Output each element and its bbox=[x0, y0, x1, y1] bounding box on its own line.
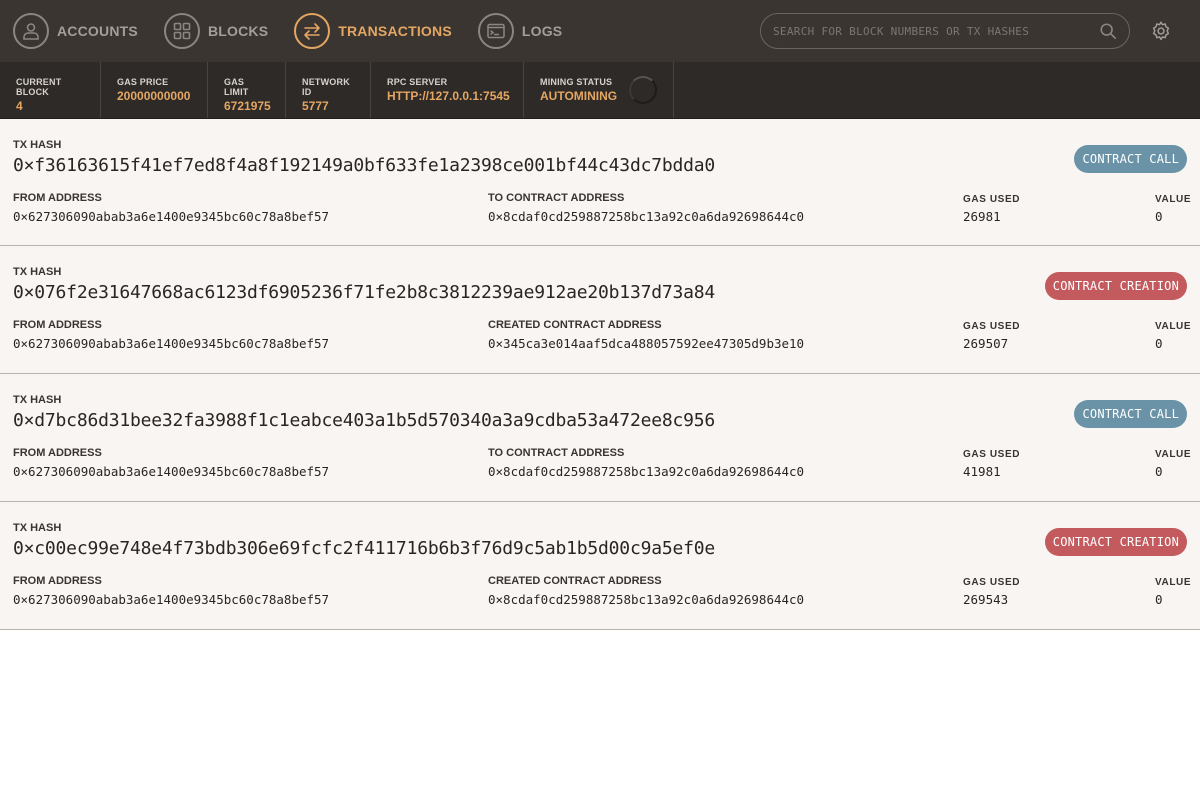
value-value: 0 bbox=[1155, 592, 1163, 607]
to-address-value: 0×8cdaf0cd259887258bc13a92c0a6da92698644… bbox=[488, 209, 805, 224]
tx-hash-label: TX HASH bbox=[13, 266, 62, 278]
gas-price-value: 20000000000 bbox=[117, 89, 191, 103]
tx-type-badge: CONTRACT CALL bbox=[1074, 145, 1187, 173]
value-label: VALUE bbox=[1155, 577, 1192, 588]
transaction-row[interactable]: TX HASH 0×f36163615f41ef7ed8f4a8f192149a… bbox=[0, 119, 1200, 246]
network-id-label: NETWORK ID bbox=[302, 77, 350, 97]
stat-gas-price: GAS PRICE 20000000000 bbox=[101, 62, 208, 118]
tx-type-badge: CONTRACT CREATION bbox=[1044, 272, 1187, 300]
created-contract-address-value: 0×8cdaf0cd259887258bc13a92c0a6da92698644… bbox=[488, 592, 805, 607]
gas-used-label: GAS USED bbox=[963, 577, 1021, 588]
rpc-server-value: HTTP://127.0.0.1:7545 bbox=[387, 89, 510, 103]
nav-transactions-label: TRANSACTIONS bbox=[338, 23, 452, 39]
tx-type-badge: CONTRACT CALL bbox=[1074, 400, 1187, 428]
top-navigation: ACCOUNTS BLOCKS TRANSACTIONS LOGS SEARCH… bbox=[0, 0, 1200, 62]
nav-transactions[interactable]: TRANSACTIONS bbox=[294, 13, 452, 49]
logs-icon bbox=[477, 13, 514, 49]
nav-accounts[interactable]: ACCOUNTS bbox=[13, 13, 138, 49]
value-value: 0 bbox=[1155, 209, 1163, 224]
value-label: VALUE bbox=[1155, 321, 1192, 332]
transactions-icon bbox=[294, 13, 331, 49]
value-value: 0 bbox=[1155, 336, 1163, 351]
nav-logs[interactable]: LOGS bbox=[477, 13, 563, 49]
gas-used-label: GAS USED bbox=[963, 194, 1021, 205]
stat-mining-status: MINING STATUS AUTOMINING bbox=[524, 62, 674, 118]
tx-hash-label: TX HASH bbox=[13, 394, 62, 406]
gas-price-label: GAS PRICE bbox=[117, 77, 169, 87]
to-address-label: TO CONTRACT ADDRESS bbox=[488, 447, 625, 459]
created-contract-address-label: CREATED CONTRACT ADDRESS bbox=[488, 319, 662, 331]
nav-blocks-label: BLOCKS bbox=[207, 23, 269, 39]
created-contract-address-value: 0×345ca3e014aaf5dca488057592ee47305d9b3e… bbox=[488, 336, 805, 351]
search-box bbox=[760, 13, 1130, 49]
tx-hash-value: 0×f36163615f41ef7ed8f4a8f192149a0bf633fe… bbox=[13, 155, 716, 176]
status-bar: CURRENT BLOCK 4 GAS PRICE 20000000000 GA… bbox=[0, 62, 1200, 119]
gas-used-label: GAS USED bbox=[963, 449, 1021, 460]
mining-spinner-icon bbox=[629, 76, 657, 104]
blocks-icon bbox=[163, 13, 200, 49]
created-contract-address-label: CREATED CONTRACT ADDRESS bbox=[488, 575, 662, 587]
current-block-label: CURRENT BLOCK bbox=[16, 77, 62, 97]
transaction-row[interactable]: TX HASH 0×d7bc86d31bee32fa3988f1c1eabce4… bbox=[0, 374, 1200, 502]
value-label: VALUE bbox=[1155, 194, 1192, 205]
current-block-value: 4 bbox=[16, 99, 23, 113]
stat-network-id: NETWORK ID 5777 bbox=[286, 62, 371, 118]
gas-limit-label: GAS LIMIT bbox=[224, 77, 249, 97]
tx-hash-value: 0×c00ec99e748e4f73bdb306e69fcfc2f411716b… bbox=[13, 538, 716, 559]
from-address-label: FROM ADDRESS bbox=[13, 575, 102, 587]
from-address-value: 0×627306090abab3a6e1400e9345bc60c78a8bef… bbox=[13, 592, 330, 607]
network-id-value: 5777 bbox=[302, 99, 329, 113]
gas-used-value: 269543 bbox=[963, 592, 1009, 607]
gas-used-value: 269507 bbox=[963, 336, 1009, 351]
value-label: VALUE bbox=[1155, 449, 1192, 460]
stat-current-block: CURRENT BLOCK 4 bbox=[0, 62, 101, 118]
from-address-label: FROM ADDRESS bbox=[13, 447, 102, 459]
from-address-label: FROM ADDRESS bbox=[13, 192, 102, 204]
gas-limit-value: 6721975 bbox=[224, 99, 271, 113]
to-address-value: 0×8cdaf0cd259887258bc13a92c0a6da92698644… bbox=[488, 464, 805, 479]
tx-hash-label: TX HASH bbox=[13, 522, 62, 534]
gear-icon[interactable] bbox=[1150, 20, 1172, 42]
search-icon[interactable] bbox=[1099, 22, 1117, 40]
tx-type-badge: CONTRACT CREATION bbox=[1044, 528, 1187, 556]
nav-logs-label: LOGS bbox=[521, 23, 563, 39]
tx-hash-label: TX HASH bbox=[13, 139, 62, 151]
rpc-server-label: RPC SERVER bbox=[387, 77, 448, 87]
transaction-row[interactable]: TX HASH 0×c00ec99e748e4f73bdb306e69fcfc2… bbox=[0, 502, 1200, 630]
account-icon bbox=[13, 13, 49, 49]
search-input[interactable] bbox=[773, 24, 1099, 38]
nav-accounts-label: ACCOUNTS bbox=[57, 23, 138, 39]
tx-hash-value: 0×d7bc86d31bee32fa3988f1c1eabce403a1b5d5… bbox=[13, 410, 716, 431]
from-address-value: 0×627306090abab3a6e1400e9345bc60c78a8bef… bbox=[13, 464, 330, 479]
gas-used-label: GAS USED bbox=[963, 321, 1021, 332]
gas-used-value: 41981 bbox=[963, 464, 1001, 479]
from-address-label: FROM ADDRESS bbox=[13, 319, 102, 331]
nav-blocks[interactable]: BLOCKS bbox=[163, 13, 269, 49]
gas-used-value: 26981 bbox=[963, 209, 1001, 224]
transactions-list: TX HASH 0×f36163615f41ef7ed8f4a8f192149a… bbox=[0, 119, 1200, 630]
to-address-label: TO CONTRACT ADDRESS bbox=[488, 192, 625, 204]
transaction-row[interactable]: TX HASH 0×076f2e31647668ac6123df6905236f… bbox=[0, 246, 1200, 374]
value-value: 0 bbox=[1155, 464, 1163, 479]
from-address-value: 0×627306090abab3a6e1400e9345bc60c78a8bef… bbox=[13, 209, 330, 224]
from-address-value: 0×627306090abab3a6e1400e9345bc60c78a8bef… bbox=[13, 336, 330, 351]
stat-rpc-server: RPC SERVER HTTP://127.0.0.1:7545 bbox=[371, 62, 524, 118]
tx-hash-value: 0×076f2e31647668ac6123df6905236f71fe2b8c… bbox=[13, 282, 716, 303]
stat-gas-limit: GAS LIMIT 6721975 bbox=[208, 62, 286, 118]
